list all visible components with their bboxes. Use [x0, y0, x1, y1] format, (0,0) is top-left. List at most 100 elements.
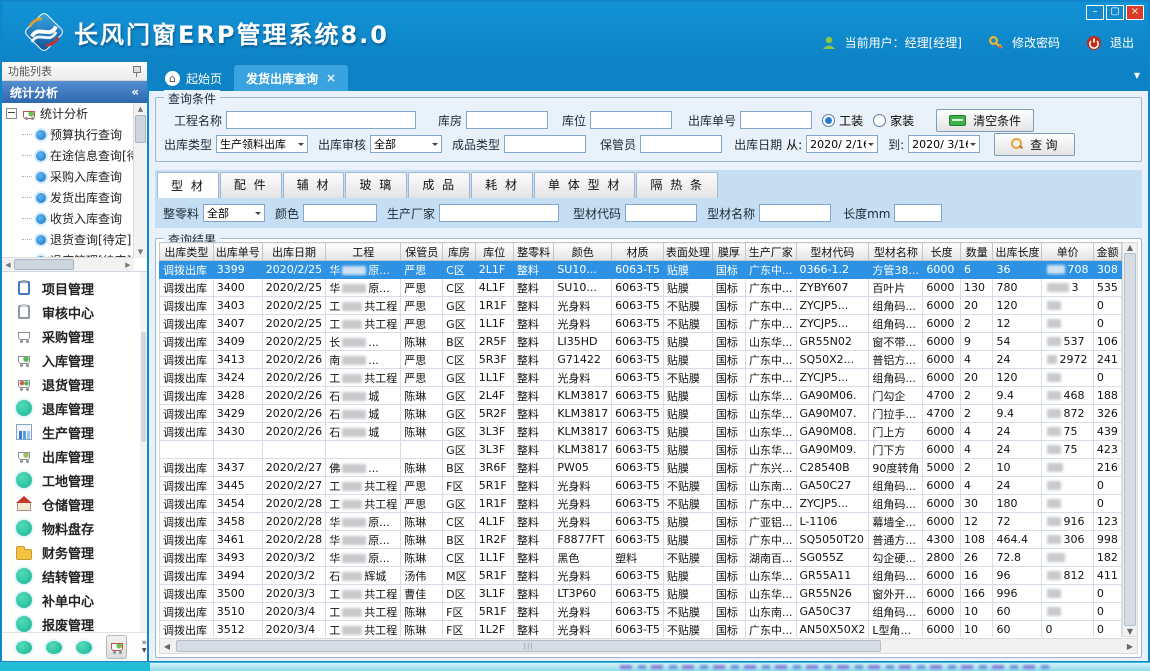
cart-module-button[interactable] — [106, 635, 127, 659]
menu-item-cart-in[interactable]: 入库管理 — [2, 348, 147, 372]
logout-link[interactable]: 退出 — [1110, 34, 1134, 51]
scroll-right-icon[interactable]: ▶ — [122, 261, 134, 269]
table-horizontal-scrollbar[interactable]: ◀ ||| ▶ — [159, 638, 1138, 654]
column-header[interactable]: 颜色 — [554, 243, 612, 261]
menu-item-chart[interactable]: 生产管理 — [2, 420, 147, 444]
pin-icon[interactable] — [131, 65, 141, 77]
table-row[interactable]: 调拨出库34292020/2/26石城陈琳G区5R2F整料KLM38176063… — [160, 405, 1122, 423]
table-row[interactable]: 调拨出库34282020/2/26石城陈琳G区2L4F整料KLM38176063… — [160, 387, 1122, 405]
menu-item-clipboard[interactable]: 项目管理 — [2, 276, 147, 300]
date-to-picker[interactable]: 2020/ 3/16 — [908, 135, 980, 153]
tab-home[interactable]: ⌂ 起始页 — [153, 65, 234, 91]
table-row[interactable]: 调拨出库34072020/2/25工共工程严思G区1L1F整料光身料6063-T… — [160, 315, 1122, 333]
location-input[interactable] — [590, 111, 672, 129]
tree-root-node[interactable]: 统计分析 — [2, 103, 134, 124]
profile-name-input[interactable] — [759, 204, 831, 222]
menu-item-circle[interactable]: 结转管理 — [2, 564, 147, 588]
date-from-picker[interactable]: 2020/ 2/16 — [806, 135, 878, 153]
table-row[interactable]: 调拨出库34932020/3/2华原...陈琳C区1L1F整料黑色塑料不贴膜国标… — [160, 549, 1122, 567]
scroll-up-icon[interactable]: ▲ — [1127, 243, 1133, 252]
sidebar-section-header[interactable]: 统计分析 « — [2, 81, 147, 103]
tab-overflow-icon[interactable]: ▼ — [1134, 71, 1140, 80]
table-row[interactable]: 调拨出库34372020/2/27佛...陈琳B区3R6F整料PW056063-… — [160, 459, 1122, 477]
scroll-thumb[interactable]: ||| — [176, 640, 881, 652]
tab-shipping-outbound-query[interactable]: 发货出库查询 × — [234, 65, 348, 91]
material-tab[interactable]: 成 品 — [408, 172, 470, 198]
menu-item-circle[interactable]: 物料盘存 — [2, 516, 147, 540]
table-row[interactable]: 调拨出库33992020/2/25华原...严思C区2L1F整料SU10...6… — [160, 261, 1122, 279]
column-header[interactable]: 生产厂家 — [746, 243, 797, 261]
tree-expander-icon[interactable] — [6, 108, 17, 119]
whole-part-select[interactable]: 全部 — [203, 204, 265, 222]
column-header[interactable]: 材质 — [612, 243, 664, 261]
tree-item[interactable]: 预算执行查询 — [2, 124, 134, 145]
radio-home-install[interactable] — [873, 114, 886, 127]
column-header[interactable]: 库房 — [443, 243, 476, 261]
table-row[interactable]: 调拨出库34242020/2/26工共工程严思G区1L1F整料光身料6063-T… — [160, 369, 1122, 387]
material-tab[interactable]: 辅 材 — [283, 172, 345, 198]
material-tab[interactable]: 耗 材 — [471, 172, 533, 198]
material-tab[interactable]: 型 材 — [157, 172, 219, 198]
maker-input[interactable] — [439, 204, 559, 222]
menu-item-cart-out[interactable]: 出库管理 — [2, 444, 147, 468]
column-header[interactable]: 工程 — [326, 243, 401, 261]
material-tab[interactable]: 配 件 — [220, 172, 282, 198]
menu-item-circle[interactable]: 工地管理 — [2, 468, 147, 492]
scroll-left-icon[interactable]: ◀ — [160, 642, 174, 651]
module-dot-icon[interactable] — [76, 641, 92, 654]
order-no-input[interactable] — [740, 111, 812, 129]
table-row[interactable]: 调拨出库34032020/2/25工共工程严思G区1R1F整料光身料6063-T… — [160, 297, 1122, 315]
audit-select[interactable]: 全部 — [370, 135, 442, 153]
table-row[interactable]: 调拨出库34092020/2/25长...陈琳B区2R5F整料LI35HD606… — [160, 333, 1122, 351]
menu-item-circle[interactable]: 退库管理 — [2, 396, 147, 420]
menu-item-notepad[interactable]: 审核中心 — [2, 300, 147, 324]
table-row[interactable]: 调拨出库35102020/3/4工共工程陈琳F区5R1F整料光身料6063-T5… — [160, 603, 1122, 621]
table-row[interactable]: 调拨出库35122020/3/4工共工程陈琳F区1L2F整料光身料6063-T5… — [160, 621, 1122, 638]
product-type-input[interactable] — [504, 135, 586, 153]
change-password-link[interactable]: 修改密码 — [1012, 34, 1060, 51]
scroll-thumb[interactable] — [135, 115, 146, 143]
module-dot-icon[interactable] — [16, 641, 32, 654]
minimize-button[interactable]: – — [1086, 5, 1104, 20]
menu-item-cart[interactable]: 采购管理 — [2, 324, 147, 348]
module-dot-icon[interactable] — [46, 641, 62, 654]
table-row[interactable]: 调拨出库34002020/2/25华原...严思C区4L1F整料SU10...6… — [160, 279, 1122, 297]
tab-close-icon[interactable]: × — [326, 71, 336, 85]
keeper-input[interactable] — [640, 135, 722, 153]
scroll-down-icon[interactable]: ▼ — [1127, 627, 1133, 636]
column-header[interactable]: 单价 — [1042, 243, 1093, 261]
column-header[interactable]: 出库类型 — [160, 243, 214, 261]
menu-item-circle[interactable]: 报废管理 — [2, 612, 147, 632]
menu-item-folder[interactable]: 财务管理 — [2, 540, 147, 564]
column-header[interactable]: 膜厚 — [712, 243, 745, 261]
column-header[interactable]: 整零料 — [513, 243, 553, 261]
tree-item[interactable]: 在途信息查询[待 — [2, 145, 134, 166]
scroll-left-icon[interactable]: ◀ — [2, 261, 14, 269]
column-header[interactable]: 出库单号 — [213, 243, 262, 261]
column-header[interactable]: 保管员 — [401, 243, 443, 261]
tree-vertical-scrollbar[interactable]: ▲ ▼ — [133, 103, 147, 258]
column-header[interactable]: 型材名称 — [869, 243, 923, 261]
menu-item-warehouse[interactable]: 仓储管理 — [2, 492, 147, 516]
length-input[interactable] — [894, 204, 942, 222]
column-header[interactable]: 出库日期 — [262, 243, 326, 261]
more-buttons-chevron[interactable]: »▼ — [141, 640, 147, 654]
column-header[interactable]: 表面处理 — [663, 243, 712, 261]
profile-code-input[interactable] — [625, 204, 697, 222]
table-row[interactable]: 调拨出库35002020/3/3工共工程曹佳D区3L1F整料LT3P606063… — [160, 585, 1122, 603]
material-tab[interactable]: 单 体 型 材 — [534, 172, 635, 198]
table-row[interactable]: G区3L3F整料KLM38176063-T5贴膜国标山东华...GA90M09.… — [160, 441, 1122, 459]
tree-item[interactable]: 收货入库查询 — [2, 208, 134, 229]
column-header[interactable]: 金额 — [1093, 243, 1121, 261]
tree-item[interactable]: 发货出库查询 — [2, 187, 134, 208]
tree-item[interactable]: 退货查询[待定] — [2, 229, 134, 250]
table-row[interactable]: 调拨出库34452020/2/27工共工程严思F区5R1F整料光身料6063-T… — [160, 477, 1122, 495]
table-vertical-scrollbar[interactable]: ▲ ▼ — [1122, 242, 1138, 637]
tree-item[interactable]: 采购入库查询 — [2, 166, 134, 187]
radio-work-install[interactable] — [822, 114, 835, 127]
column-header[interactable]: 出库长度 — [993, 243, 1042, 261]
table-row[interactable]: 调拨出库34942020/3/2石辉城汤伟M区5R1F整料光身料6063-T5贴… — [160, 567, 1122, 585]
table-row[interactable]: 调拨出库34582020/2/28华原...陈琳C区4L1F整料光身料6063-… — [160, 513, 1122, 531]
column-header[interactable]: 型材代码 — [796, 243, 869, 261]
clear-conditions-button[interactable]: 清空条件 — [936, 109, 1034, 132]
